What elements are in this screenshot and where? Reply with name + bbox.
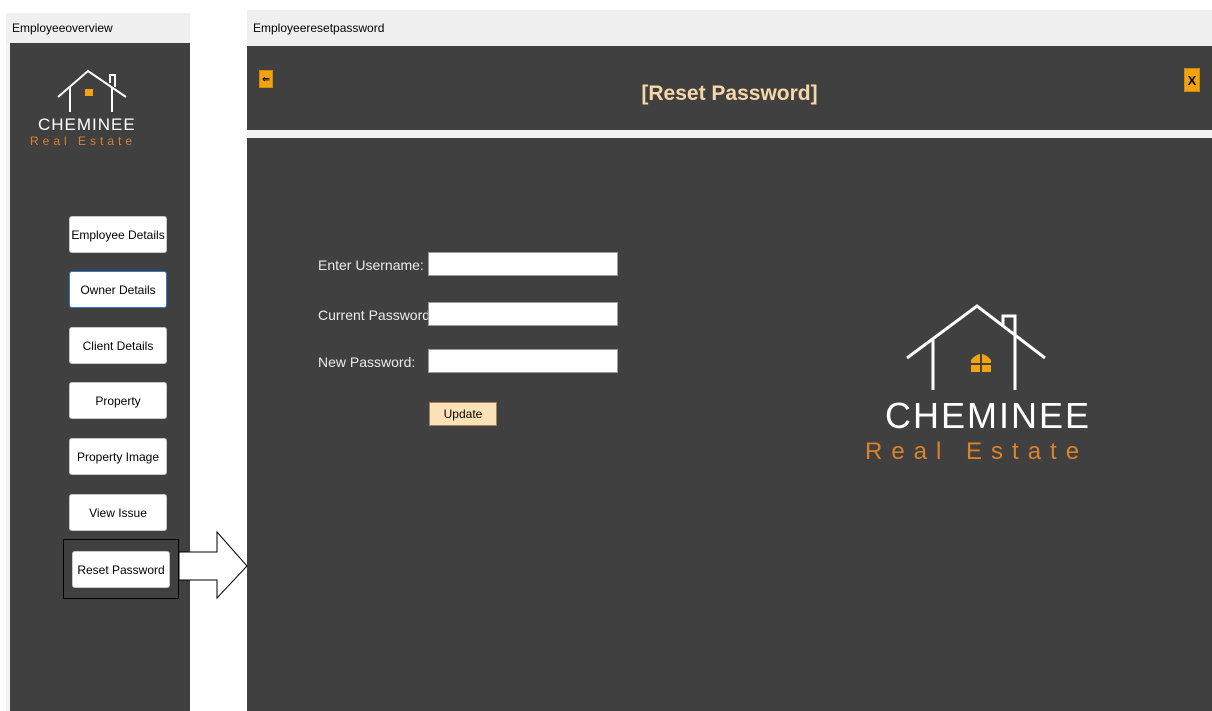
owner-details-button[interactable]: Owner Details <box>69 271 167 308</box>
update-button[interactable]: Update <box>429 402 497 426</box>
reset-header: ⇐ [Reset Password] X <box>247 46 1212 130</box>
close-button[interactable]: X <box>1184 68 1200 92</box>
current-password-label: Current Password: <box>318 307 434 323</box>
page-title: [Reset Password] <box>641 82 818 105</box>
new-password-input[interactable] <box>428 349 618 373</box>
current-password-input[interactable] <box>428 302 618 326</box>
reset-logo-name: CHEMINEE <box>885 395 1092 436</box>
client-details-button[interactable]: Client Details <box>69 327 167 364</box>
overview-sidebar: CHEMINEE Real Estate <box>10 43 190 711</box>
view-issue-button[interactable]: View Issue <box>69 494 167 531</box>
new-password-label: New Password: <box>318 354 416 370</box>
reset-titlebar: Employeeresetpassword <box>247 10 1212 46</box>
flow-arrow-icon <box>179 530 248 600</box>
employee-details-button[interactable]: Employee Details <box>69 216 167 253</box>
reset-password-button[interactable]: Reset Password <box>72 551 170 588</box>
reset-logo: CHEMINEE Real Estate <box>855 300 1115 480</box>
username-label: Enter Username: <box>318 257 424 273</box>
reset-logo-tagline: Real Estate <box>865 438 1089 465</box>
overview-logo: CHEMINEE Real Estate <box>30 57 170 148</box>
property-button[interactable]: Property <box>69 382 167 419</box>
username-input[interactable] <box>428 252 618 276</box>
overview-logo-tagline: Real Estate <box>30 134 137 148</box>
property-image-button[interactable]: Property Image <box>69 438 167 475</box>
overview-titlebar: Employeeoverview <box>6 13 190 43</box>
overview-logo-name: CHEMINEE <box>38 115 136 134</box>
